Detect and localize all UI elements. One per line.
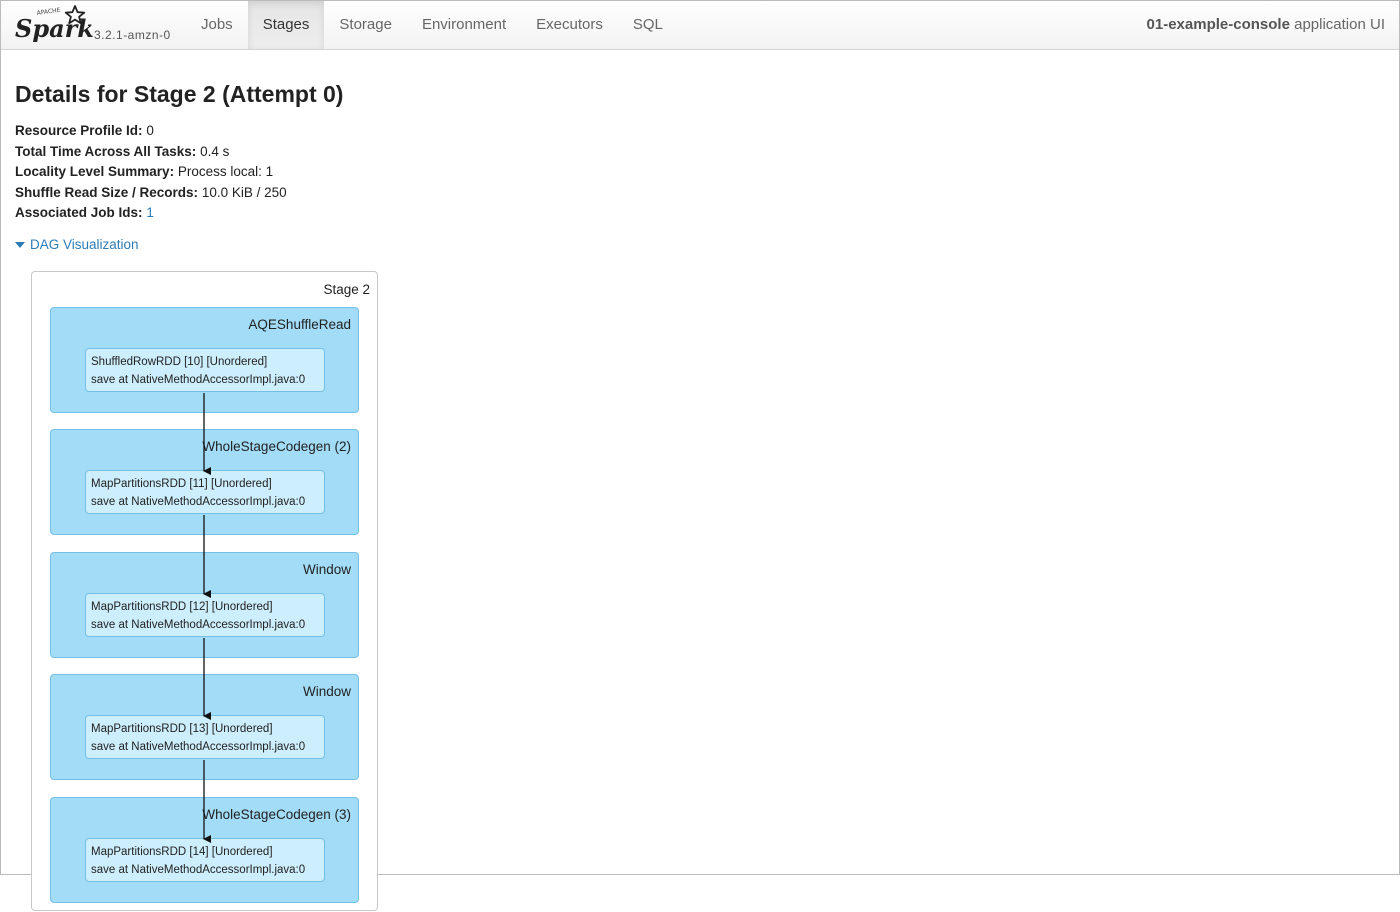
cluster-label: WholeStageCodegen (3)	[202, 807, 351, 822]
app-title: 01-example-console application UI	[1147, 1, 1385, 49]
rdd-callsite: save at NativeMethodAccessorImpl.java:0	[91, 373, 306, 386]
stage-summary: Resource Profile Id: 0 Total Time Across…	[15, 121, 287, 224]
rdd-node[interactable]: MapPartitionsRDD [13] [Unordered] save a…	[85, 715, 325, 759]
app-title-suffix: application UI	[1294, 16, 1385, 33]
spark-version: 3.2.1-amzn-0	[94, 28, 171, 42]
spark-logo[interactable]: APACHE Spark	[13, 3, 93, 47]
rdd-callsite: save at NativeMethodAccessorImpl.java:0	[91, 863, 306, 876]
rdd-node[interactable]: MapPartitionsRDD [12] [Unordered] save a…	[85, 593, 325, 637]
summary-total-time: Total Time Across All Tasks: 0.4 s	[15, 142, 287, 163]
summary-shuffle-read: Shuffle Read Size / Records: 10.0 KiB / …	[15, 183, 287, 204]
summary-label: Resource Profile Id:	[15, 123, 143, 138]
dag-cluster[interactable]: WholeStageCodegen (3) MapPartitionsRDD […	[50, 797, 359, 903]
rdd-callsite: save at NativeMethodAccessorImpl.java:0	[91, 618, 306, 631]
tab-stages[interactable]: Stages	[247, 1, 325, 49]
summary-value: 10.0 KiB / 250	[201, 184, 287, 200]
summary-value: 0	[146, 123, 154, 138]
dag-cluster[interactable]: Window MapPartitionsRDD [12] [Unordered]…	[50, 552, 359, 658]
dag-cluster[interactable]: WholeStageCodegen (2) MapPartitionsRDD […	[50, 429, 359, 535]
caret-down-icon	[15, 241, 25, 248]
dag-cluster[interactable]: Window MapPartitionsRDD [13] [Unordered]…	[50, 674, 359, 780]
rdd-callsite: save at NativeMethodAccessorImpl.java:0	[91, 740, 306, 753]
summary-value: 0.4 s	[200, 143, 230, 159]
cluster-label: Window	[302, 562, 351, 577]
summary-job-ids: Associated Job Ids: 1	[15, 203, 287, 224]
tab-jobs[interactable]: Jobs	[186, 1, 248, 49]
rdd-name: MapPartitionsRDD [14] [Unordered]	[91, 846, 273, 858]
spark-logo-text: Spark	[15, 14, 93, 43]
rdd-name: MapPartitionsRDD [12] [Unordered]	[91, 601, 273, 613]
tab-sql[interactable]: SQL	[618, 1, 678, 49]
rdd-name: ShuffledRowRDD [10] [Unordered]	[91, 356, 268, 368]
summary-resource-profile: Resource Profile Id: 0	[15, 121, 287, 142]
rdd-name: MapPartitionsRDD [13] [Unordered]	[91, 723, 273, 735]
cluster-label: AQEShuffleRead	[248, 317, 351, 332]
dag-stage-container: Stage 2 AQEShuffleRead ShuffledRowRDD [1…	[31, 271, 378, 911]
rdd-node[interactable]: MapPartitionsRDD [14] [Unordered] save a…	[85, 838, 325, 882]
summary-label: Shuffle Read Size / Records:	[15, 184, 199, 200]
navbar: APACHE Spark 3.2.1-amzn-0 Jobs Stages St…	[1, 1, 1399, 50]
summary-label: Locality Level Summary:	[15, 164, 175, 179]
rdd-callsite: save at NativeMethodAccessorImpl.java:0	[91, 495, 306, 508]
nav-tabs: Jobs Stages Storage Environment Executor…	[186, 1, 678, 50]
rdd-name: MapPartitionsRDD [11] [Unordered]	[91, 478, 272, 490]
dag-cluster[interactable]: AQEShuffleRead ShuffledRowRDD [10] [Unor…	[50, 307, 359, 413]
job-id-link[interactable]: 1	[146, 205, 154, 220]
dag-toggle-label: DAG Visualization	[30, 237, 139, 252]
tab-storage[interactable]: Storage	[324, 1, 407, 49]
dag-visualization-toggle[interactable]: DAG Visualization	[15, 237, 139, 252]
summary-locality: Locality Level Summary: Process local: 1	[15, 162, 287, 183]
cluster-label: WholeStageCodegen (2)	[202, 439, 351, 454]
tab-environment[interactable]: Environment	[407, 1, 521, 49]
summary-label: Associated Job Ids:	[15, 205, 143, 220]
spark-logo-icon: APACHE Spark	[15, 5, 93, 43]
app-name: 01-example-console	[1146, 16, 1290, 33]
page-title: Details for Stage 2 (Attempt 0)	[15, 81, 344, 107]
rdd-node[interactable]: MapPartitionsRDD [11] [Unordered] save a…	[85, 470, 325, 514]
tab-executors[interactable]: Executors	[521, 1, 618, 49]
summary-label: Total Time Across All Tasks:	[15, 143, 197, 159]
stage-label: Stage 2	[323, 282, 370, 297]
cluster-label: Window	[302, 684, 351, 699]
summary-value: Process local: 1	[177, 164, 274, 179]
rdd-node[interactable]: ShuffledRowRDD [10] [Unordered] save at …	[85, 348, 325, 392]
